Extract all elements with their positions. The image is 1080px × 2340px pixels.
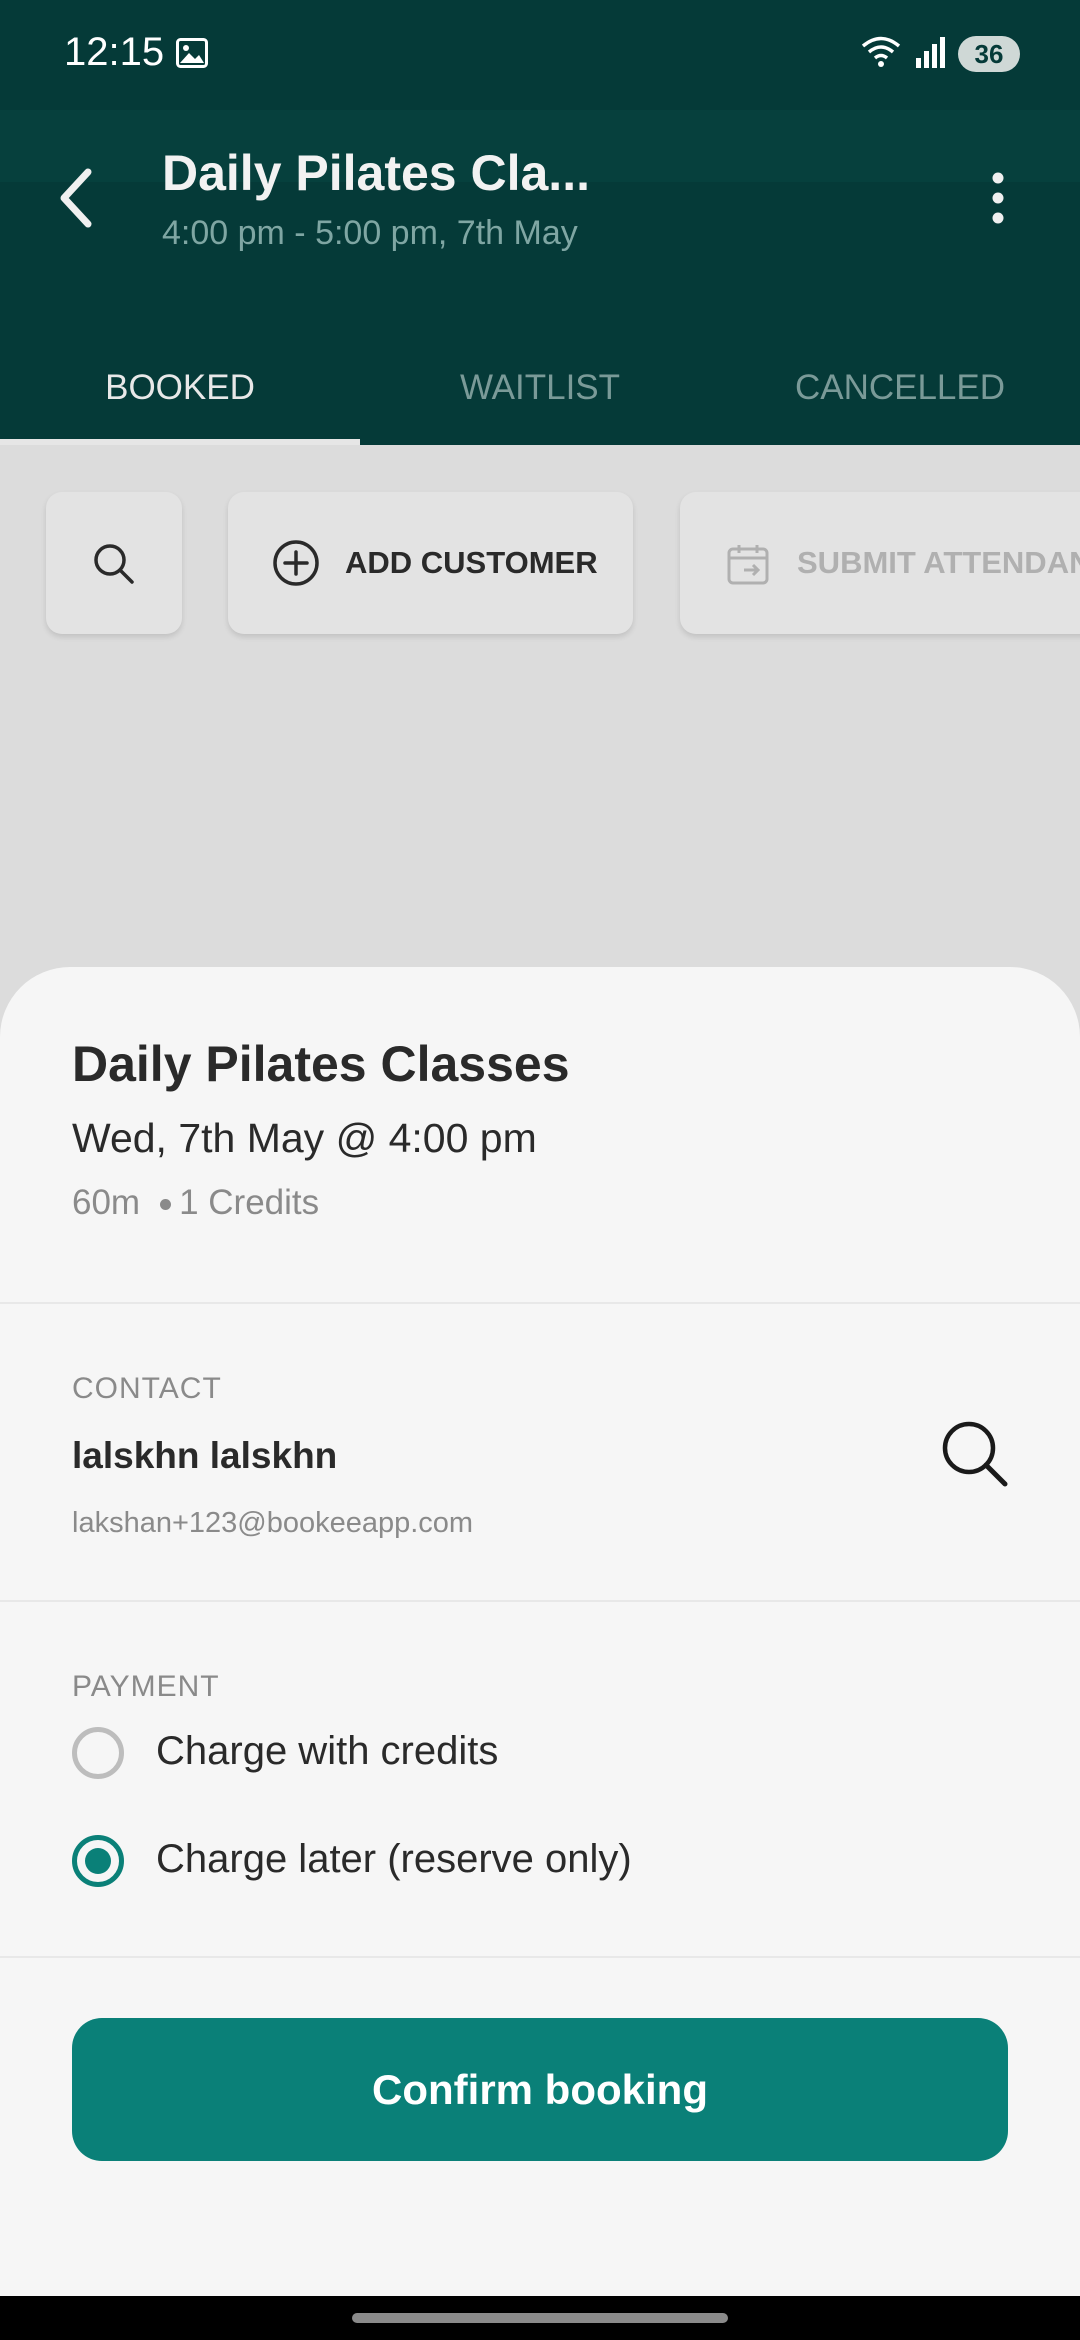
active-tab-indicator xyxy=(0,439,360,445)
status-bar: 12:15 36 xyxy=(0,0,1080,110)
class-duration: 60m xyxy=(72,1183,141,1222)
system-navigation-bar xyxy=(0,2296,1080,2340)
page-subtitle: 4:00 pm - 5:00 pm, 7th May xyxy=(162,214,578,252)
class-meta: 60m 1 Credits xyxy=(72,1183,319,1223)
class-credits: 1 Credits xyxy=(179,1183,320,1222)
payment-option-label: Charge later (reserve only) xyxy=(156,1837,632,1881)
page-title: Daily Pilates Cla... xyxy=(162,145,590,201)
payment-section-label: PAYMENT xyxy=(72,1670,220,1703)
tab-bar: BOOKED WAITLIST CANCELLED xyxy=(0,330,1080,445)
class-datetime: Wed, 7th May @ 4:00 pm xyxy=(72,1115,537,1161)
signal-icon xyxy=(912,34,948,75)
contact-search-icon[interactable] xyxy=(940,1419,1010,1494)
add-circle-icon xyxy=(272,539,320,592)
add-customer-button[interactable]: ADD CUSTOMER xyxy=(228,492,633,634)
search-icon xyxy=(92,542,136,591)
contact-section-label: CONTACT xyxy=(72,1372,222,1405)
booking-bottom-sheet: Daily Pilates Classes Wed, 7th May @ 4:0… xyxy=(0,967,1080,2296)
image-notification-icon xyxy=(176,38,208,68)
app-bar: Daily Pilates Cla... 4:00 pm - 5:00 pm, … xyxy=(0,110,1080,445)
add-customer-label: ADD CUSTOMER xyxy=(345,545,598,580)
wifi-icon xyxy=(860,34,902,75)
more-options-icon[interactable] xyxy=(988,170,1008,235)
home-gesture-handle[interactable] xyxy=(352,2313,728,2323)
class-name: Daily Pilates Classes xyxy=(72,1036,570,1092)
contact-email: lakshan+123@bookeeapp.com xyxy=(72,1507,474,1539)
divider xyxy=(0,1600,1080,1602)
tab-cancelled[interactable]: CANCELLED xyxy=(720,330,1080,445)
submit-attendance-button[interactable]: SUBMIT ATTENDAN xyxy=(680,492,1080,634)
radio-unchecked[interactable] xyxy=(72,1727,124,1779)
contact-name: lalskhn lalskhn xyxy=(72,1435,338,1476)
divider xyxy=(0,1956,1080,1958)
calendar-check-icon xyxy=(726,542,770,591)
tab-waitlist[interactable]: WAITLIST xyxy=(360,330,720,445)
radio-checked[interactable] xyxy=(72,1835,124,1887)
tab-booked[interactable]: BOOKED xyxy=(0,330,360,445)
back-arrow-icon[interactable] xyxy=(56,166,96,235)
divider xyxy=(0,1302,1080,1304)
battery-indicator: 36 xyxy=(958,36,1020,72)
payment-option-label: Charge with credits xyxy=(156,1729,499,1773)
status-time: 12:15 xyxy=(64,30,165,74)
submit-attendance-label: SUBMIT ATTENDAN xyxy=(797,545,1080,580)
confirm-booking-button[interactable]: Confirm booking xyxy=(72,2018,1008,2161)
search-button[interactable] xyxy=(46,492,182,634)
